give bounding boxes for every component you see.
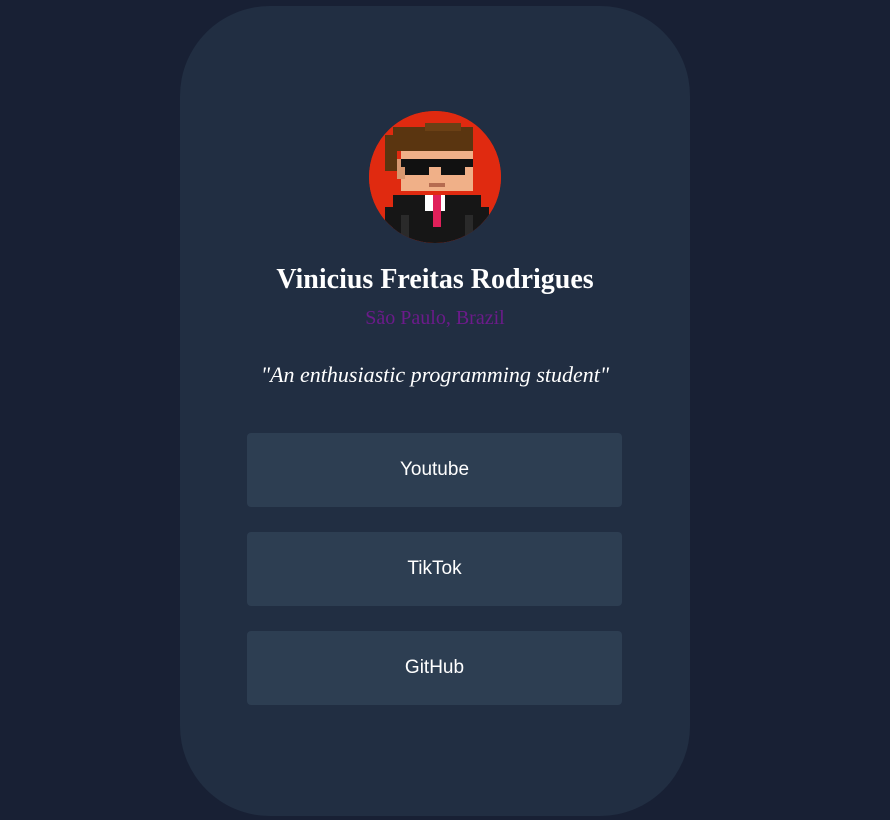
- youtube-link-label: Youtube: [399, 459, 470, 480]
- github-link-button[interactable]: GitHub: [247, 631, 622, 705]
- profile-card: Vinicius Freitas Rodrigues São Paulo, Br…: [180, 6, 690, 816]
- tiktok-link-button[interactable]: TikTok: [247, 532, 622, 606]
- pixel-avatar-icon: [369, 111, 501, 243]
- profile-bio: "An enthusiastic programming student": [260, 362, 610, 387]
- github-link-label: GitHub: [404, 657, 465, 678]
- profile-name: Vinicius Freitas Rodrigues: [276, 264, 594, 295]
- youtube-link-button[interactable]: Youtube: [247, 433, 622, 507]
- tiktok-link-label: TikTok: [407, 558, 462, 579]
- profile-location: São Paulo, Brazil: [365, 307, 505, 329]
- avatar: [369, 111, 501, 243]
